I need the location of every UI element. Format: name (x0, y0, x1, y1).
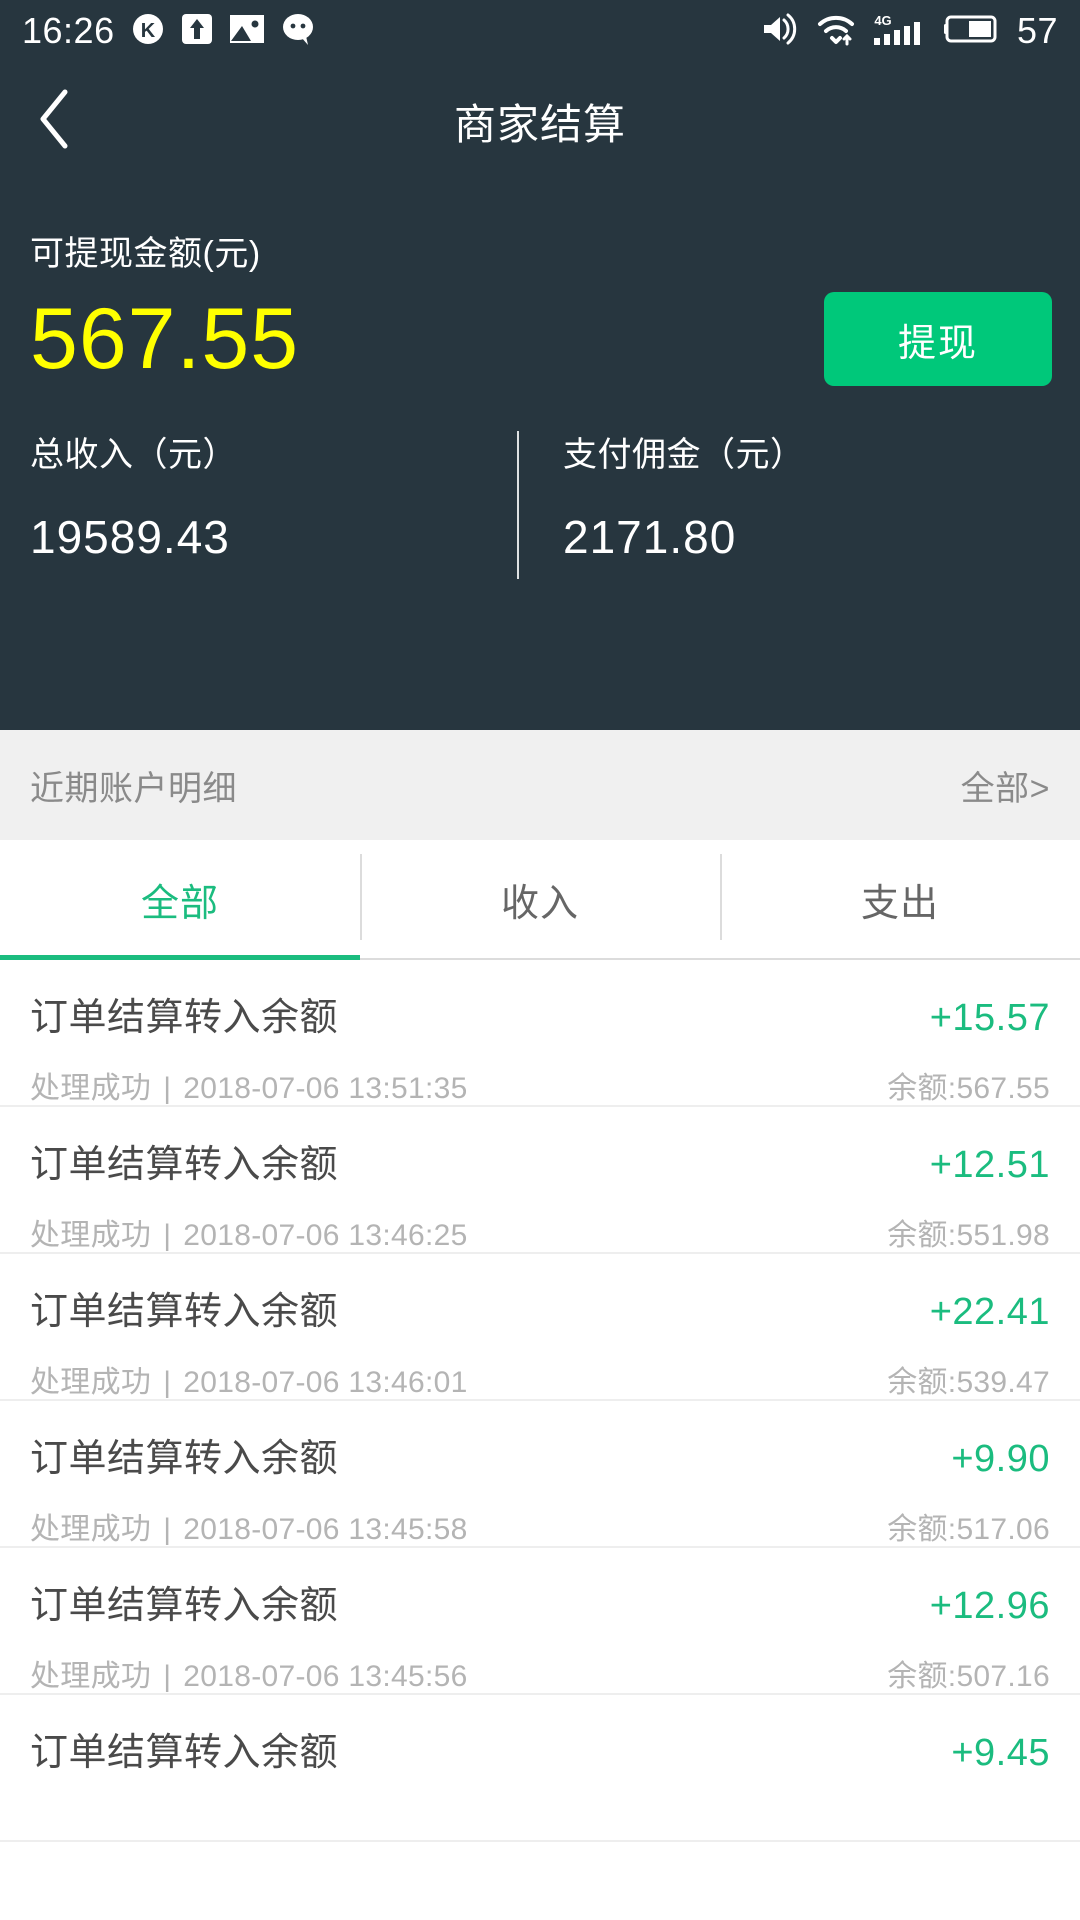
stat-label: 总收入（元） (30, 436, 237, 474)
transaction-title: 订单结算转入余额 (30, 1438, 339, 1480)
table-row[interactable]: 订单结算转入余额 +15.57 处理成功 | 2018-07-06 13:51:… (0, 960, 1080, 1107)
stat-total-income: 总收入（元） 19589.43 (30, 427, 517, 587)
transaction-secondary-row: 处理成功 | 2018-07-06 13:46:01 余额:539.47 (30, 1335, 1050, 1401)
stat-paid-commission: 支付佣金（元） 2171.80 (519, 427, 1050, 587)
table-row[interactable]: 订单结算转入余额 +12.96 处理成功 | 2018-07-06 13:45:… (0, 1548, 1080, 1695)
image-icon (229, 13, 265, 50)
transaction-status: 处理成功 (30, 1660, 152, 1693)
wifi-icon (816, 12, 856, 51)
transaction-balance: 余额:507.16 (887, 1660, 1050, 1693)
ringer-sound-icon (761, 12, 799, 51)
tab-all[interactable]: 全部 (0, 840, 360, 960)
transaction-primary-row: 订单结算转入余额 +15.57 (30, 960, 1050, 1041)
status-bar: 16:26 K 4G 57 (0, 0, 1080, 62)
withdraw-button[interactable]: 提现 (824, 292, 1052, 386)
recent-details-title: 近期账户明细 (30, 769, 237, 808)
transaction-status: 处理成功 (30, 1513, 152, 1546)
transaction-datetime: 2018-07-06 13:46:01 (183, 1366, 468, 1399)
status-bar-clock: 16:26 (22, 10, 115, 51)
battery-icon (943, 13, 1000, 50)
transaction-status: 处理成功 (30, 1219, 152, 1252)
stat-label: 支付佣金（元） (563, 436, 805, 474)
app-root: 16:26 K 4G 57 商家结算 可提现金额(元) 567.55 提现 总收… (0, 0, 1080, 1920)
transaction-amount: +22.41 (929, 1291, 1050, 1333)
transaction-secondary-row: 处理成功 | 2018-07-06 13:46:25 余额:551.98 (30, 1188, 1050, 1254)
account-summary-section: 16:26 K 4G 57 商家结算 可提现金额(元) 567.55 提现 总收… (0, 0, 1080, 730)
recent-details-header: 近期账户明细 全部> (0, 730, 1080, 840)
status-bar-right: 4G 57 (761, 12, 1058, 51)
balance-row: 567.55 提现 (0, 291, 1080, 387)
transaction-separator: | (163, 1219, 172, 1252)
transaction-status: 处理成功 (30, 1366, 152, 1399)
transaction-balance: 余额:517.06 (887, 1513, 1050, 1546)
stat-value: 19589.43 (30, 511, 230, 563)
transaction-amount: +9.45 (951, 1732, 1050, 1774)
kugou-k-icon: K (131, 12, 165, 51)
stat-value: 2171.80 (563, 511, 737, 563)
transaction-separator: | (163, 1660, 172, 1693)
transaction-separator: | (163, 1513, 172, 1546)
signal-bars-icon: 4G (873, 12, 927, 51)
svg-text:K: K (140, 20, 155, 42)
battery-percent-label: 57 (1016, 10, 1058, 51)
transaction-secondary-row (30, 1776, 1050, 1798)
transaction-primary-row: 订单结算转入余额 +22.41 (30, 1254, 1050, 1335)
transaction-primary-row: 订单结算转入余额 +9.90 (30, 1401, 1050, 1482)
withdrawable-amount: 567.55 (30, 291, 300, 387)
table-row[interactable]: 订单结算转入余额 +9.45 (0, 1695, 1080, 1842)
table-row[interactable]: 订单结算转入余额 +12.51 处理成功 | 2018-07-06 13:46:… (0, 1107, 1080, 1254)
transaction-balance: 余额:551.98 (887, 1219, 1050, 1252)
withdrawable-label: 可提现金额(元) (30, 235, 261, 273)
transaction-secondary-row: 处理成功 | 2018-07-06 13:45:56 余额:507.16 (30, 1629, 1050, 1695)
stats-row: 总收入（元） 19589.43 支付佣金（元） 2171.80 (0, 427, 1080, 587)
transaction-amount: +9.90 (951, 1438, 1050, 1480)
status-bar-left: 16:26 K (22, 12, 317, 51)
transaction-status: 处理成功 (30, 1072, 152, 1105)
transaction-datetime: 2018-07-06 13:45:58 (183, 1513, 468, 1546)
transaction-primary-row: 订单结算转入余额 +12.51 (30, 1107, 1050, 1188)
transaction-balance: 余额:539.47 (887, 1366, 1050, 1399)
transaction-secondary-row: 处理成功 | 2018-07-06 13:51:35 余额:567.55 (30, 1041, 1050, 1107)
transaction-secondary-row: 处理成功 | 2018-07-06 13:45:58 余额:517.06 (30, 1482, 1050, 1548)
transaction-amount: +12.96 (929, 1585, 1050, 1627)
transaction-title: 订单结算转入余额 (30, 1732, 339, 1774)
transaction-list: 订单结算转入余额 +15.57 处理成功 | 2018-07-06 13:51:… (0, 960, 1080, 1842)
upload-arrow-icon (181, 12, 213, 51)
transaction-primary-row: 订单结算转入余额 +12.96 (30, 1548, 1050, 1629)
transaction-title: 订单结算转入余额 (30, 1291, 339, 1333)
filter-tabs: 全部 收入 支出 (0, 840, 1080, 960)
table-row[interactable]: 订单结算转入余额 +22.41 处理成功 | 2018-07-06 13:46:… (0, 1254, 1080, 1401)
transaction-title: 订单结算转入余额 (30, 1144, 339, 1186)
tab-income[interactable]: 收入 (360, 840, 720, 958)
svg-text:4G: 4G (874, 13, 891, 28)
transaction-datetime: 2018-07-06 13:45:56 (183, 1660, 468, 1693)
transaction-datetime: 2018-07-06 13:46:25 (183, 1219, 468, 1252)
transaction-amount: +15.57 (929, 997, 1050, 1039)
nav-bar: 商家结算 (0, 62, 1080, 180)
page-title: 商家结算 (453, 100, 626, 148)
transaction-separator: | (163, 1072, 172, 1105)
chat-bubble-icon (281, 12, 317, 51)
table-row[interactable]: 订单结算转入余额 +9.90 处理成功 | 2018-07-06 13:45:5… (0, 1401, 1080, 1548)
transaction-title: 订单结算转入余额 (30, 997, 339, 1039)
transaction-separator: | (163, 1366, 172, 1399)
transaction-balance: 余额:567.55 (887, 1072, 1050, 1105)
tab-expense[interactable]: 支出 (720, 840, 1080, 958)
transaction-amount: +12.51 (929, 1144, 1050, 1186)
transaction-datetime: 2018-07-06 13:51:35 (183, 1072, 468, 1105)
view-all-link[interactable]: 全部> (961, 761, 1050, 810)
transaction-title: 订单结算转入余额 (30, 1585, 339, 1627)
transaction-primary-row: 订单结算转入余额 +9.45 (30, 1695, 1050, 1776)
